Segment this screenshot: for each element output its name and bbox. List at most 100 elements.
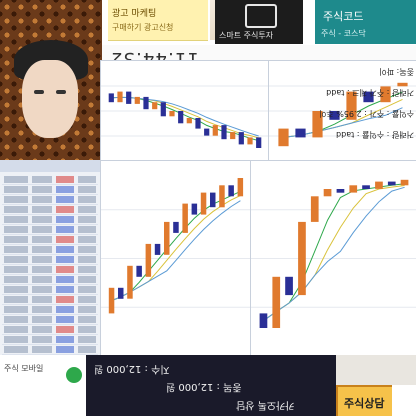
- trade-list-row[interactable]: [2, 226, 98, 235]
- trade-list-row[interactable]: [2, 266, 98, 275]
- trade-list-row[interactable]: [2, 316, 98, 325]
- trade-list-cell: [32, 306, 52, 313]
- dark-banner[interactable]: 스마트 주식투자: [215, 0, 303, 44]
- candle: [221, 125, 227, 140]
- candle: [191, 203, 198, 215]
- trade-list-row[interactable]: [2, 296, 98, 305]
- ticker-line: 종목 : 12,000 원: [166, 381, 242, 392]
- trade-list-cell: [78, 346, 96, 353]
- candle: [152, 102, 158, 110]
- candle: [160, 102, 166, 117]
- trade-list-cell: [56, 316, 74, 323]
- trade-list-cell: [78, 206, 96, 213]
- moving-average-line: [111, 96, 259, 139]
- portrait-image: [0, 0, 102, 160]
- chart-bottom-right-svg: [251, 179, 416, 328]
- candle: [400, 179, 409, 186]
- trade-list-row[interactable]: [2, 286, 98, 295]
- ticker-line: 지수 : 12,000 원: [94, 363, 170, 374]
- trade-list-cell: [56, 296, 74, 303]
- trade-list-row[interactable]: [2, 216, 98, 225]
- trade-list-cell: [32, 176, 52, 183]
- price-ticker: 지수 : 12,000 원 종목 : 12,000 원 카카오톡 상담: [86, 355, 336, 416]
- trade-list-row[interactable]: [2, 176, 98, 185]
- candle: [127, 265, 133, 299]
- trade-list-cell: [78, 256, 96, 263]
- trade-list-cell: [32, 266, 52, 273]
- trade-list-row[interactable]: [2, 246, 98, 255]
- trade-list-cell: [56, 266, 74, 273]
- candle: [108, 93, 114, 103]
- trade-list-cell: [32, 246, 52, 253]
- tv-icon: [245, 4, 277, 28]
- trade-list-cell: [78, 316, 96, 323]
- candle: [387, 181, 396, 186]
- candle: [259, 313, 268, 328]
- trade-list-row[interactable]: [2, 336, 98, 345]
- candle: [173, 221, 179, 233]
- candle: [362, 185, 370, 189]
- trade-list-row[interactable]: [2, 196, 98, 205]
- ad-banner[interactable]: 광고 마케팅 구매하기 광고신청: [108, 0, 208, 41]
- chat-icon: [66, 367, 82, 383]
- ad-title: 광고 마케팅: [112, 9, 157, 19]
- chart-top-left: [100, 60, 270, 162]
- candle: [164, 221, 170, 255]
- trade-list-cell: [78, 236, 96, 243]
- consult-button[interactable]: 주식상담: [336, 385, 396, 416]
- trade-list-cell: [56, 246, 74, 253]
- trade-list-cell: [32, 256, 52, 263]
- trade-list-cell: [78, 276, 96, 283]
- candle: [169, 111, 175, 117]
- candle: [108, 287, 115, 314]
- trade-list-cell: [56, 176, 74, 183]
- trade-list-cell: [78, 306, 96, 313]
- trade-list-cell: [56, 216, 74, 223]
- candle: [178, 111, 184, 124]
- candle: [219, 185, 225, 208]
- trade-list-cell: [4, 216, 28, 223]
- info-line: 거래량 : 주가 체크 : tadd: [326, 88, 414, 97]
- trade-list-row[interactable]: [2, 326, 98, 335]
- trade-list-cell: [32, 316, 52, 323]
- candle: [256, 137, 262, 148]
- trade-list-cell: [56, 236, 74, 243]
- trade-list-cell: [4, 316, 28, 323]
- info-line: 종목: 파이: [379, 67, 414, 76]
- candle: [212, 125, 218, 136]
- trade-list-row[interactable]: [2, 276, 98, 285]
- teal-banner[interactable]: 주식코드 주식 - 코스닥: [315, 0, 416, 44]
- trade-list-row[interactable]: [2, 346, 98, 355]
- mobile-banner[interactable]: 주식 모바일: [0, 355, 86, 416]
- trade-list-cell: [4, 266, 28, 273]
- trade-list-cell: [32, 216, 52, 223]
- moving-average-line: [263, 185, 405, 322]
- trade-list-cell: [4, 176, 28, 183]
- chart-bottom-right: [250, 160, 416, 357]
- trade-list-cell: [56, 226, 74, 233]
- trade-list-cell: [56, 346, 74, 353]
- moving-average-line: [111, 96, 259, 142]
- trade-list-cell: [4, 306, 28, 313]
- candle: [375, 181, 383, 189]
- trade-list-cell: [4, 286, 28, 293]
- trade-list-row[interactable]: [2, 306, 98, 315]
- candle: [230, 132, 236, 140]
- trade-list-row[interactable]: [2, 186, 98, 195]
- trade-list-panel: [0, 160, 101, 360]
- trade-list-cell: [32, 196, 52, 203]
- ad-subtitle: 구매하기 광고신청: [112, 23, 174, 32]
- trade-list-row[interactable]: [2, 206, 98, 215]
- candle: [118, 287, 124, 299]
- trade-list-cell: [4, 226, 28, 233]
- candle: [186, 118, 192, 124]
- trade-list-row[interactable]: [2, 256, 98, 265]
- bottom-corner: [392, 385, 416, 416]
- trade-list-cell: [32, 286, 52, 293]
- trade-list-header: [0, 160, 100, 172]
- moving-average-line: [263, 183, 405, 322]
- trade-list-row[interactable]: [2, 236, 98, 245]
- trade-list-cell: [78, 216, 96, 223]
- trade-list-cell: [78, 326, 96, 333]
- trade-list-cell: [4, 206, 28, 213]
